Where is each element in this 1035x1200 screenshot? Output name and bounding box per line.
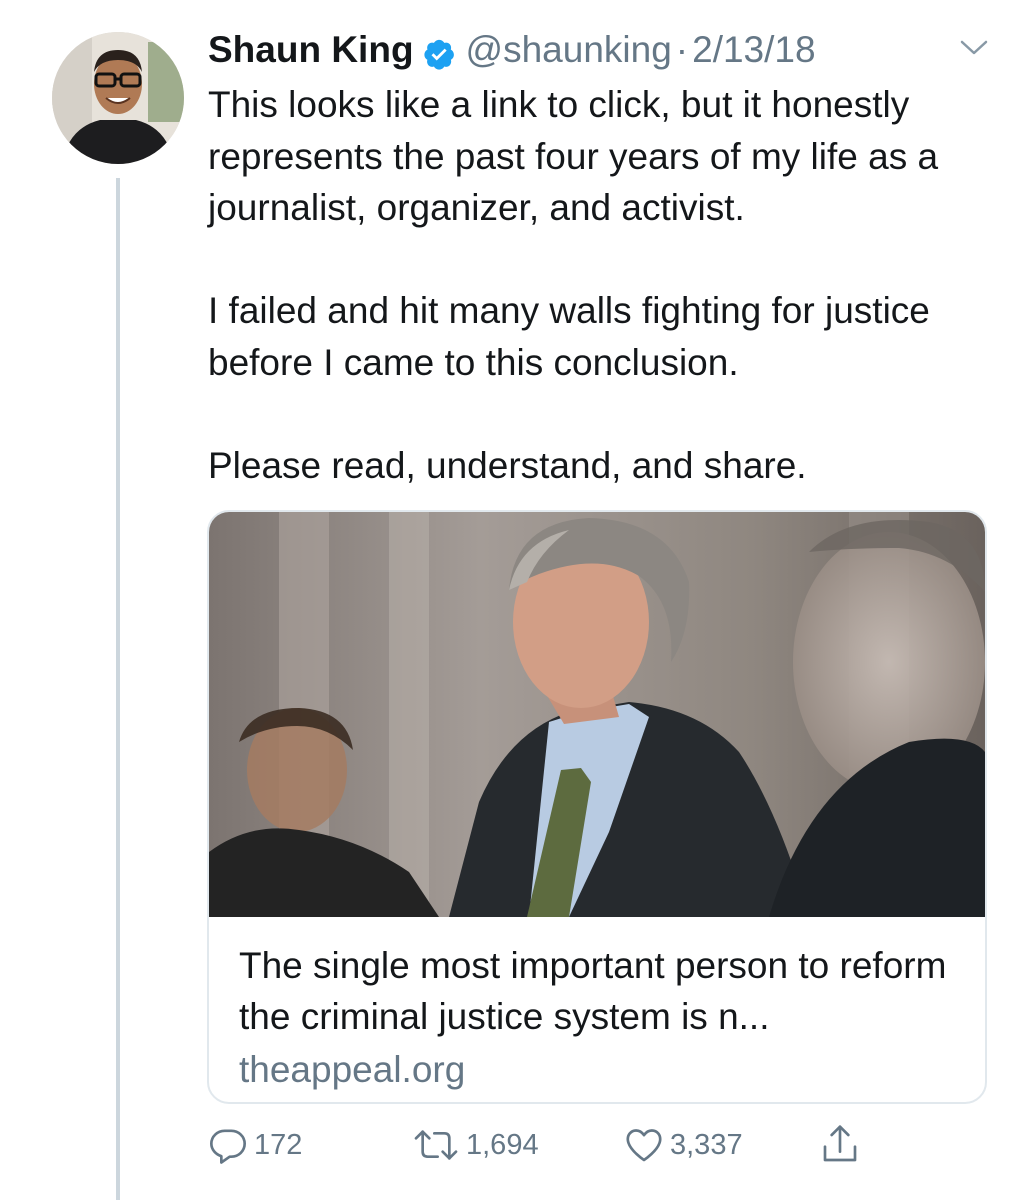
share-icon [820,1123,860,1167]
author-handle[interactable]: @shaunking [466,24,672,76]
reply-count: 172 [254,1128,303,1161]
tweet-actions: 172 1,694 3,337 [208,1120,988,1170]
thread-line [116,178,120,1200]
retweet-count: 1,694 [466,1128,539,1161]
meta-separator: · [675,29,689,70]
reply-icon [208,1125,248,1165]
retweet-icon [412,1125,460,1165]
tweet-paragraph: Please read, understand, and share. [208,444,807,486]
chevron-down-icon[interactable] [958,36,990,58]
tweet-date[interactable]: 2/13/18 [692,24,815,76]
reply-button[interactable]: 172 [208,1120,302,1170]
author-name[interactable]: Shaun King [208,24,414,76]
like-count: 3,337 [670,1128,743,1161]
tweet-text: This looks like a link to click, but it … [208,79,998,491]
card-image [209,512,985,917]
retweet-button[interactable]: 1,694 [412,1120,539,1170]
verified-badge-icon [422,33,456,70]
avatar[interactable] [52,32,184,164]
card-title: The single most important person to refo… [239,945,947,1037]
tweet-paragraph: I failed and hit many walls fighting for… [208,290,930,383]
avatar-photo [52,32,184,164]
share-button[interactable] [820,1120,860,1170]
tweet-header: Shaun King @shaunking · 2/13/18 [208,24,816,76]
link-card[interactable]: The single most important person to refo… [207,510,987,1104]
tweet-paragraph: This looks like a link to click, but it … [208,84,939,228]
card-domain: theappeal.org [239,1049,466,1090]
like-button[interactable]: 3,337 [624,1120,743,1170]
heart-icon [624,1125,664,1165]
